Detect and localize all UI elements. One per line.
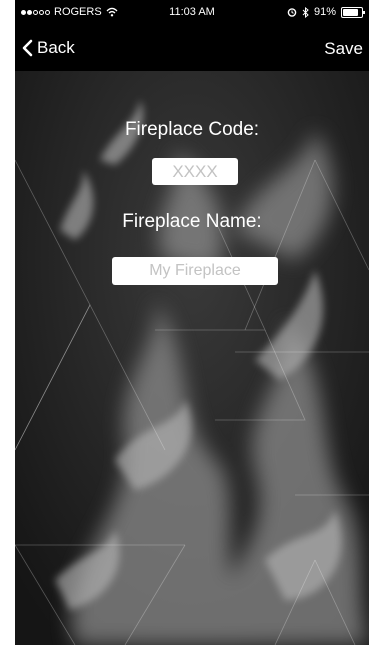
fireplace-code-input[interactable] xyxy=(152,158,238,185)
battery-fill xyxy=(343,8,358,16)
back-button[interactable]: Back xyxy=(21,38,75,58)
alarm-icon xyxy=(287,8,297,17)
flame-background xyxy=(15,0,369,645)
phone-screen: ROGERS 11:03 AM 91% Back Save Fireplace … xyxy=(15,0,369,645)
fireplace-code-label: Fireplace Code: xyxy=(124,119,260,140)
fireplace-name-input[interactable] xyxy=(112,257,278,285)
chevron-left-icon xyxy=(22,39,33,57)
fireplace-name-label: Fireplace Name: xyxy=(122,211,262,232)
save-button[interactable]: Save xyxy=(324,39,363,59)
battery-percent: 91% xyxy=(313,6,336,18)
back-label: Back xyxy=(37,38,75,57)
status-right: 91% xyxy=(287,6,365,18)
bluetooth-icon xyxy=(302,6,309,18)
navigation-bar: Back Save xyxy=(15,24,369,71)
battery-icon xyxy=(341,6,365,18)
status-bar: ROGERS 11:03 AM 91% xyxy=(15,0,369,24)
